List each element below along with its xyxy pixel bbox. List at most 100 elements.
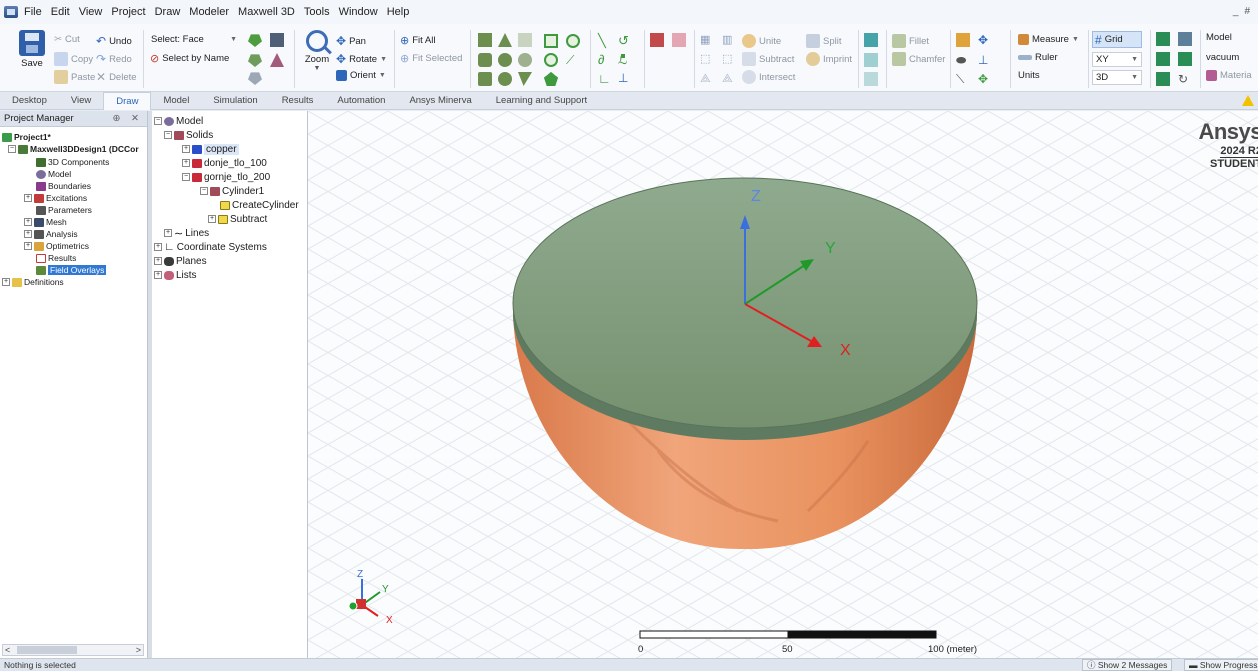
tree-excitations[interactable]: + Excitations bbox=[24, 192, 87, 204]
tree-optimetrics[interactable]: + Optimetrics bbox=[24, 240, 89, 252]
menu-tools[interactable]: Tools bbox=[304, 6, 330, 18]
menu-edit[interactable]: Edit bbox=[51, 6, 70, 18]
tab-ansys-minerva[interactable]: Ansys Minerva bbox=[397, 92, 483, 110]
draw-polygon-icon[interactable]: ⟋ bbox=[566, 53, 580, 67]
orient-button[interactable]: Orient ▼ bbox=[336, 70, 386, 81]
menu-window[interactable]: Window bbox=[339, 6, 378, 18]
intersect-button[interactable]: Intersect bbox=[742, 70, 795, 84]
wrap-icon[interactable] bbox=[864, 72, 878, 86]
tree-solids[interactable]: − Solids bbox=[164, 128, 213, 142]
draw-cylinder-icon[interactable] bbox=[478, 53, 492, 67]
move-icon[interactable]: ⬚ bbox=[700, 52, 714, 66]
workplane-icon[interactable]: ⟍ bbox=[956, 72, 970, 86]
tree-analysis[interactable]: + Analysis bbox=[24, 228, 78, 240]
3d-viewport[interactable]: Z Y X Z Y X 0 50 100 (meter) Ansys 2024 … bbox=[308, 111, 1258, 658]
mirror-icon[interactable]: ⟁ bbox=[700, 71, 714, 85]
select-face-icon[interactable] bbox=[270, 33, 284, 47]
tree-mesh[interactable]: + Mesh bbox=[24, 216, 67, 228]
menu-help[interactable]: Help bbox=[387, 6, 410, 18]
tab-automation[interactable]: Automation bbox=[325, 92, 397, 110]
app-icon[interactable] bbox=[4, 6, 18, 18]
units-button[interactable]: Units bbox=[1018, 70, 1040, 81]
draw-center-arc-icon[interactable]: ∟ bbox=[598, 71, 612, 86]
tab-simulation[interactable]: Simulation bbox=[201, 92, 269, 110]
tree-parameters[interactable]: Parameters bbox=[36, 204, 92, 216]
tree-gornje-tlo-200[interactable]: − gornje_tlo_200 bbox=[182, 170, 270, 184]
snap-edge-icon[interactable] bbox=[1156, 52, 1170, 66]
material-button[interactable]: Materia bbox=[1206, 70, 1252, 81]
tree-3d-components[interactable]: 3D Components bbox=[36, 156, 109, 168]
grid-view-mode-dropdown[interactable]: 3D ▼ bbox=[1092, 70, 1142, 85]
rotate-button[interactable]: ✥ Rotate ▼ bbox=[336, 52, 387, 66]
project-manager-scrollbar[interactable]: < > bbox=[2, 644, 144, 656]
copy-button[interactable]: Copy bbox=[54, 52, 93, 66]
draw-ellipse-icon[interactable] bbox=[498, 72, 512, 86]
tab-view[interactable]: View bbox=[59, 92, 103, 110]
menu-maxwell-3d[interactable]: Maxwell 3D bbox=[238, 6, 295, 18]
zoom-button[interactable]: Zoom ▼ bbox=[300, 30, 334, 72]
select-edge-icon[interactable] bbox=[248, 54, 262, 67]
snap-center-icon[interactable] bbox=[1156, 72, 1170, 86]
draw-line-icon[interactable]: ╲ bbox=[598, 33, 612, 48]
fit-all-button[interactable]: ⊕ Fit All bbox=[400, 34, 435, 47]
tab-model[interactable]: Model bbox=[151, 92, 201, 110]
scale-icon[interactable]: ⟁ bbox=[722, 71, 736, 85]
duplicate-icon[interactable]: ⬚ bbox=[722, 52, 736, 66]
restore-button[interactable]: # bbox=[1244, 6, 1250, 17]
split-button[interactable]: Split bbox=[806, 34, 841, 48]
tab-learning-and-support[interactable]: Learning and Support bbox=[484, 92, 599, 110]
tab-results[interactable]: Results bbox=[270, 92, 326, 110]
tree-lines[interactable]: + ∼ Lines bbox=[164, 226, 209, 240]
paste-button[interactable]: Paste bbox=[54, 70, 95, 84]
undo-button[interactable]: ↶ Undo bbox=[96, 34, 132, 48]
unite-button[interactable]: Unite bbox=[742, 34, 781, 48]
warning-icon[interactable] bbox=[1242, 95, 1254, 106]
pan-button[interactable]: ✥ Pan bbox=[336, 34, 366, 48]
material-value[interactable]: vacuum bbox=[1206, 52, 1239, 63]
snap-grid-icon[interactable] bbox=[1156, 32, 1170, 46]
sweep-icon[interactable] bbox=[864, 33, 878, 47]
select-object-icon[interactable] bbox=[248, 34, 262, 47]
scroll-thumb[interactable] bbox=[17, 646, 77, 654]
select-mode-dropdown[interactable]: Select: Face ▼ bbox=[148, 32, 240, 47]
menu-view[interactable]: View bbox=[79, 6, 103, 18]
snap-face-icon[interactable] bbox=[1178, 52, 1192, 66]
relative-cs-icon[interactable]: ✥ bbox=[978, 33, 992, 47]
draw-point-icon[interactable]: ⊥ bbox=[618, 71, 632, 85]
tree-subtract[interactable]: + Subtract bbox=[208, 212, 267, 226]
tree-field-overlays[interactable]: Field Overlays bbox=[36, 264, 107, 276]
tree-design[interactable]: − Maxwell3DDesign1 (DCCor bbox=[8, 143, 139, 155]
tab-desktop[interactable]: Desktop bbox=[0, 92, 59, 110]
segmented-icon[interactable] bbox=[672, 33, 686, 47]
draw-helix-icon[interactable] bbox=[518, 33, 532, 47]
show-messages-button[interactable]: ⓘ Show 2 Messages bbox=[1082, 659, 1173, 671]
object-cs-icon[interactable]: ⊥ bbox=[978, 53, 992, 67]
select-vertex-icon[interactable] bbox=[270, 53, 284, 67]
imprint-button[interactable]: Imprint bbox=[806, 52, 852, 66]
draw-regular-polygon-icon[interactable] bbox=[544, 72, 558, 86]
show-progress-button[interactable]: ▬ Show Progress bbox=[1184, 659, 1258, 671]
select-by-name-button[interactable]: ⊘ Select by Name bbox=[150, 52, 229, 65]
scroll-left-arrow[interactable]: < bbox=[5, 645, 10, 655]
panel-controls[interactable]: ⊕ ✕ bbox=[112, 113, 143, 124]
menu-modeler[interactable]: Modeler bbox=[189, 6, 229, 18]
tree-coordinate-systems[interactable]: + ∟ Coordinate Systems bbox=[154, 240, 267, 254]
menu-draw[interactable]: Draw bbox=[155, 6, 181, 18]
tree-definitions[interactable]: + Definitions bbox=[2, 276, 64, 288]
draw-ellipse2-icon[interactable] bbox=[544, 53, 558, 67]
select-body-icon[interactable] bbox=[248, 72, 262, 85]
measure-button[interactable]: Measure ▼ bbox=[1018, 34, 1079, 45]
subtract-button[interactable]: Subtract bbox=[742, 52, 794, 66]
save-button[interactable]: Save bbox=[14, 30, 50, 69]
set-working-cs-icon[interactable]: ✥ bbox=[978, 72, 992, 86]
measure-object-icon[interactable]: ▦ bbox=[700, 33, 714, 47]
redo-button[interactable]: ↷ Redo bbox=[96, 52, 132, 66]
tree-results[interactable]: Results bbox=[36, 252, 76, 264]
menu-file[interactable]: File bbox=[24, 6, 42, 18]
region-icon[interactable] bbox=[650, 33, 664, 47]
fit-selected-button[interactable]: ⊕ Fit Selected bbox=[400, 52, 462, 65]
tree-boundaries[interactable]: Boundaries bbox=[36, 180, 91, 192]
snap-quadrant-icon[interactable]: ↻ bbox=[1178, 72, 1192, 86]
tree-project[interactable]: Project1* bbox=[2, 131, 51, 143]
draw-spline-icon[interactable]: ∂ bbox=[598, 52, 612, 67]
